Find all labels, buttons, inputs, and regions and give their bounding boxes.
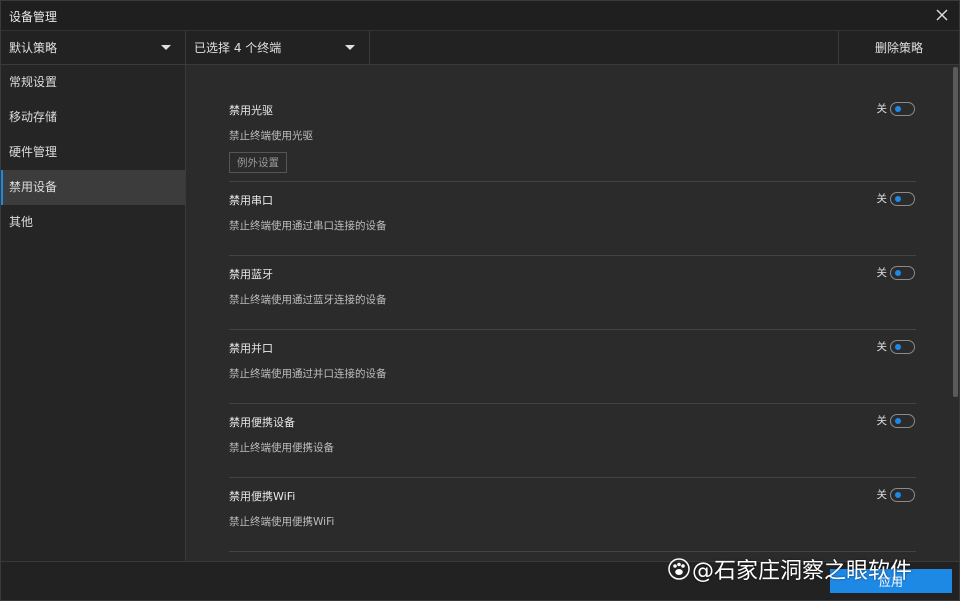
- toggle-group: 关: [876, 487, 915, 502]
- chevron-down-icon: [161, 45, 171, 50]
- setting-name: 禁用便携WiFi: [229, 490, 296, 503]
- window-title: 设备管理: [9, 10, 58, 24]
- setting-row-disable-bluetooth: 禁用蓝牙 禁止终端使用通过蓝牙连接的设备 关: [229, 256, 916, 330]
- toggle-switch[interactable]: [890, 339, 915, 354]
- setting-name: 禁用串口: [229, 194, 273, 207]
- toggle-state-label: 关: [876, 103, 888, 115]
- setting-row-disable-parallel-port: 禁用并口 禁止终端使用通过并口连接的设备 关: [229, 330, 916, 404]
- sidebar: 常规设置 移动存储 硬件管理 禁用设备 其他: [1, 65, 186, 561]
- toggle-switch[interactable]: [890, 101, 915, 116]
- toggle-knob: [895, 343, 901, 350]
- vertical-scrollbar[interactable]: [952, 65, 959, 561]
- toggle-knob: [895, 269, 901, 276]
- toggle-knob: [895, 491, 901, 498]
- toggle-state-label: 关: [876, 267, 888, 279]
- setting-row-disable-portable-wifi: 禁用便携WiFi 禁止终端使用便携WiFi 关: [229, 478, 916, 552]
- toggle-switch[interactable]: [890, 191, 915, 206]
- toggle-switch[interactable]: [890, 487, 915, 502]
- footer-bar: 应用: [1, 561, 959, 600]
- policy-dropdown-label: 默认策略: [9, 41, 58, 55]
- terminal-selection-dropdown[interactable]: 已选择 4 个终端: [186, 31, 370, 64]
- setting-row-disable-optical-drive: 禁用光驱 禁止终端使用光驱 例外设置 关: [229, 92, 916, 182]
- toggle-knob: [895, 105, 901, 112]
- toggle-knob: [895, 195, 901, 202]
- device-management-window: 设备管理 默认策略 已选择 4 个终端 删除策略 常规设置 移动存储 硬件管理 …: [0, 0, 960, 601]
- toggle-switch[interactable]: [890, 265, 915, 280]
- close-icon: [936, 9, 948, 21]
- setting-description: 禁止终端使用光驱: [229, 130, 313, 142]
- terminal-dropdown-label: 已选择 4 个终端: [194, 41, 282, 55]
- toggle-group: 关: [876, 191, 915, 206]
- setting-name: 禁用光驱: [229, 104, 273, 117]
- setting-row-disable-portable-devices: 禁用便携设备 禁止终端使用便携设备 关: [229, 404, 916, 478]
- toggle-state-label: 关: [876, 193, 888, 205]
- apply-button[interactable]: 应用: [830, 569, 952, 593]
- toggle-group: 关: [876, 413, 915, 428]
- toggle-state-label: 关: [876, 489, 888, 501]
- toggle-group: 关: [876, 265, 915, 280]
- setting-name: 禁用并口: [229, 342, 273, 355]
- chevron-down-icon: [345, 45, 355, 50]
- setting-description: 禁止终端使用便携设备: [229, 442, 334, 454]
- setting-description: 禁止终端使用通过串口连接的设备: [229, 220, 387, 232]
- main-panel: 禁用光驱 禁止终端使用光驱 例外设置 关 禁用串口 禁止终端使用通过串口连接的设…: [186, 65, 959, 561]
- setting-row-disable-serial-port: 禁用串口 禁止终端使用通过串口连接的设备 关: [229, 182, 916, 256]
- toggle-state-label: 关: [876, 341, 888, 353]
- toggle-group: 关: [876, 101, 915, 116]
- toggle-switch[interactable]: [890, 413, 915, 428]
- sidebar-item-removable-storage[interactable]: 移动存储: [1, 100, 185, 135]
- sidebar-item-disable-devices[interactable]: 禁用设备: [1, 170, 185, 205]
- setting-description: 禁止终端使用通过并口连接的设备: [229, 368, 387, 380]
- close-button[interactable]: [931, 4, 953, 26]
- setting-description: 禁止终端使用便携WiFi: [229, 516, 335, 528]
- sidebar-item-hardware[interactable]: 硬件管理: [1, 135, 185, 170]
- delete-policy-button[interactable]: 删除策略: [838, 31, 959, 64]
- sidebar-item-general[interactable]: 常规设置: [1, 65, 185, 100]
- toggle-knob: [895, 417, 901, 424]
- setting-description: 禁止终端使用通过蓝牙连接的设备: [229, 294, 387, 306]
- policy-dropdown[interactable]: 默认策略: [1, 31, 186, 64]
- toggle-state-label: 关: [876, 415, 888, 427]
- top-toolbar: 默认策略 已选择 4 个终端 删除策略: [1, 31, 959, 65]
- setting-name: 禁用便携设备: [229, 416, 295, 429]
- toggle-group: 关: [876, 339, 915, 354]
- exception-settings-button[interactable]: 例外设置: [229, 152, 287, 173]
- scrollbar-thumb[interactable]: [953, 67, 958, 397]
- sidebar-item-other[interactable]: 其他: [1, 205, 185, 240]
- setting-name: 禁用蓝牙: [229, 268, 273, 281]
- settings-list: 禁用光驱 禁止终端使用光驱 例外设置 关 禁用串口 禁止终端使用通过串口连接的设…: [229, 92, 916, 552]
- title-bar: 设备管理: [1, 1, 959, 31]
